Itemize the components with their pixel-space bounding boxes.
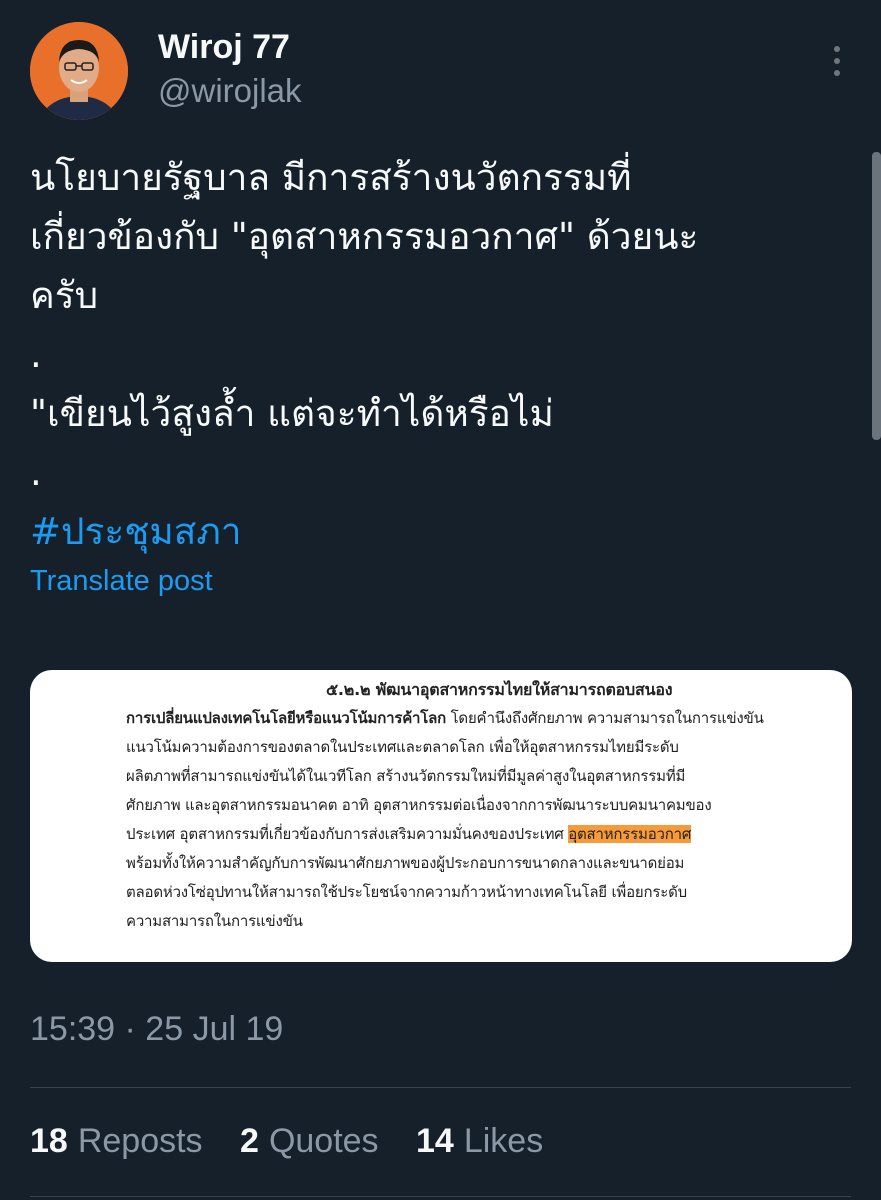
engagement-stats: 18 Reposts 2 Quotes 14 Likes	[30, 1122, 571, 1161]
tweet-line: นโยบายรัฐบาล มีการสร้างนวัตกรรมที่	[30, 156, 632, 199]
translate-post-link[interactable]: Translate post	[30, 565, 213, 598]
tweet-line: .	[30, 333, 42, 376]
tweet-text: นโยบายรัฐบาล มีการสร้างนวัตกรรมที่ เกี่ย…	[30, 148, 830, 561]
document-scan: ๕.๒.๒ พัฒนาอุตสาหกรรมไทยให้สามารถตอบสนอง…	[30, 670, 852, 962]
divider	[30, 1196, 851, 1197]
doc-line: ศักยภาพ และอุตสาหกรรมอนาคต อาทิ อุตสาหกร…	[126, 796, 712, 814]
avatar[interactable]	[30, 22, 128, 120]
doc-line: ความสามารถในการแข่งขัน	[126, 912, 303, 930]
doc-line: แนวโน้มความต้องการของตลาดในประเทศและตลาด…	[126, 738, 679, 756]
author-handle[interactable]: @wirojlak	[158, 72, 302, 110]
doc-line: ๕.๒.๒ พัฒนาอุตสาหกรรมไทยให้สามารถตอบสนอง	[326, 680, 673, 699]
tweet-line: .	[30, 451, 42, 494]
quotes-label: Quotes	[268, 1122, 379, 1160]
divider	[30, 1087, 851, 1088]
quotes-stat[interactable]: 2 Quotes	[240, 1122, 379, 1161]
doc-line: ผลิตภาพที่สามารถแข่งขันได้ในเวทีโลก สร้า…	[126, 767, 686, 785]
likes-stat[interactable]: 14 Likes	[416, 1122, 543, 1161]
reposts-label: Reposts	[77, 1122, 203, 1160]
attached-image[interactable]: ๕.๒.๒ พัฒนาอุตสาหกรรมไทยให้สามารถตอบสนอง…	[30, 670, 852, 962]
doc-text: โดยคำนึงถึงศักยภาพ ความสามารถในการแข่งขั…	[446, 709, 764, 727]
doc-bold-text: การเปลี่ยนแปลงเทคโนโลยีหรือแนวโน้มการค้า…	[126, 709, 446, 727]
doc-line: ประเทศ อุตสาหกรรมที่เกี่ยวข้องกับการส่งเ…	[126, 824, 691, 844]
doc-text: ประเทศ อุตสาหกรรมที่เกี่ยวข้องกับการส่งเ…	[126, 825, 569, 843]
avatar-photo	[30, 22, 128, 120]
quotes-count: 2	[240, 1122, 259, 1160]
doc-line: ตลอดห่วงโซ่อุปทานให้สามารถใช้ประโยชน์จาก…	[126, 883, 687, 901]
tweet-line: ครับ	[30, 274, 99, 317]
author-name[interactable]: Wiroj 77	[158, 28, 290, 67]
tweet-header: Wiroj 77 @wirojlak	[30, 22, 851, 122]
doc-line: การเปลี่ยนแปลงเทคโนโลยีหรือแนวโน้มการค้า…	[126, 708, 764, 728]
scrollbar[interactable]	[872, 152, 881, 440]
likes-label: Likes	[463, 1122, 544, 1160]
post-timestamp[interactable]: 15:39 · 25 Jul 19	[30, 1010, 283, 1049]
more-vertical-icon[interactable]	[831, 46, 843, 86]
tweet-line: "เขียนไว้สูงล้ำ แต่จะทำได้หรือไม่	[30, 392, 554, 435]
hashtag-link[interactable]: #ประชุมสภา	[30, 502, 830, 561]
reposts-count: 18	[30, 1122, 68, 1160]
likes-count: 14	[416, 1122, 454, 1160]
doc-line: พร้อมทั้งให้ความสำคัญกับการพัฒนาศักยภาพข…	[126, 854, 685, 872]
reposts-stat[interactable]: 18 Reposts	[30, 1122, 203, 1161]
highlighted-text: อุตสาหกรรมอวกาศ	[568, 825, 692, 843]
tweet-line: เกี่ยวข้องกับ "อุตสาหกรรมอวกาศ" ด้วยนะ	[30, 215, 699, 258]
